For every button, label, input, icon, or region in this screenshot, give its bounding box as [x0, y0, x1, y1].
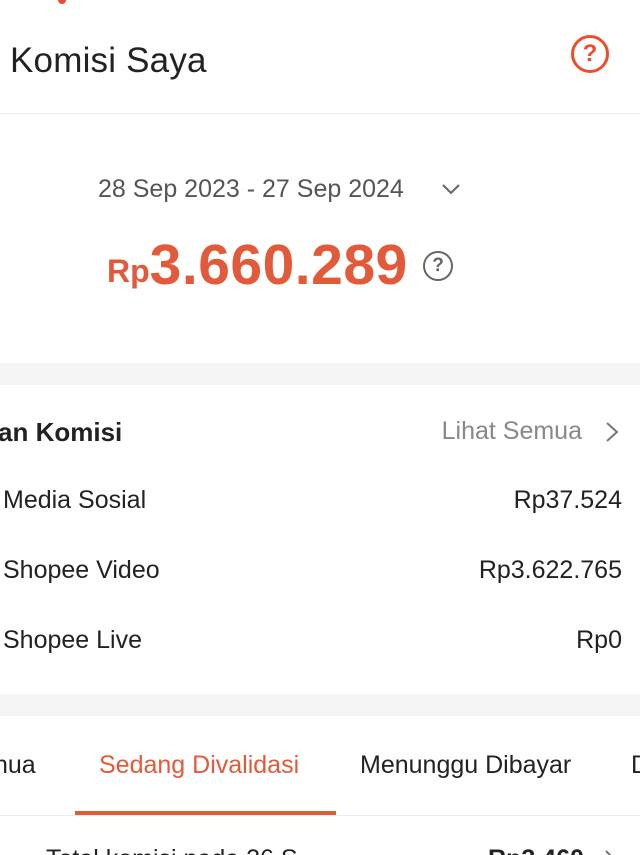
notification-dot	[58, 0, 66, 4]
tab-partial[interactable]: D	[631, 751, 640, 780]
see-all-link[interactable]: Lihat Semua	[442, 417, 582, 446]
tab-sedang-divalidasi[interactable]: Sedang Divalidasi	[99, 751, 299, 780]
row-label: Total komisi pada 26 S	[46, 845, 298, 855]
total-commission-amount: Rp3.660.289	[107, 232, 408, 298]
row-amount: Rp3.460	[488, 845, 584, 855]
row-label: Shopee Video	[3, 556, 160, 584]
row-amount: Rp37.524	[513, 486, 622, 514]
row-amount: Rp0	[576, 626, 622, 654]
chevron-down-icon[interactable]	[441, 179, 461, 199]
total-commission-row[interactable]: Total komisi pada 26 S Rp3.460	[0, 817, 640, 855]
commission-row-shopee-video: Shopee Video Rp3.622.765	[0, 556, 640, 606]
status-tabs: nua Sedang Divalidasi Menunggu Dibayar D	[0, 716, 640, 816]
page-title: Komisi Saya	[10, 41, 207, 80]
date-range-selector[interactable]: 28 Sep 2023 - 27 Sep 2024	[98, 175, 404, 204]
amount-value: 3.660.289	[149, 233, 408, 297]
tab-semua[interactable]: nua	[0, 751, 36, 780]
tab-menunggu-dibayar[interactable]: Menunggu Dibayar	[360, 751, 571, 780]
currency-label: Rp	[107, 253, 150, 289]
commission-breakdown: an Komisi Lihat Semua Media Sosial Rp37.…	[0, 385, 640, 694]
section-divider	[0, 694, 640, 716]
page-header: Komisi Saya ?	[0, 6, 640, 114]
info-question-icon[interactable]: ?	[423, 251, 453, 281]
commission-row-shopee-live: Shopee Live Rp0	[0, 626, 640, 676]
section-divider	[0, 363, 640, 385]
chevron-right-icon[interactable]	[603, 420, 621, 444]
chevron-right-icon	[605, 850, 612, 855]
row-label: Media Sosial	[3, 486, 147, 514]
row-amount: Rp3.622.765	[478, 556, 622, 584]
active-tab-indicator	[75, 811, 336, 815]
section-title: an Komisi	[0, 417, 123, 447]
commission-summary: 28 Sep 2023 - 27 Sep 2024 Rp3.660.289 ?	[0, 115, 640, 363]
help-question-icon[interactable]: ?	[571, 35, 609, 73]
commission-row-media-sosial: Media Sosial Rp37.524	[0, 486, 640, 536]
row-label: Shopee Live	[3, 626, 143, 654]
